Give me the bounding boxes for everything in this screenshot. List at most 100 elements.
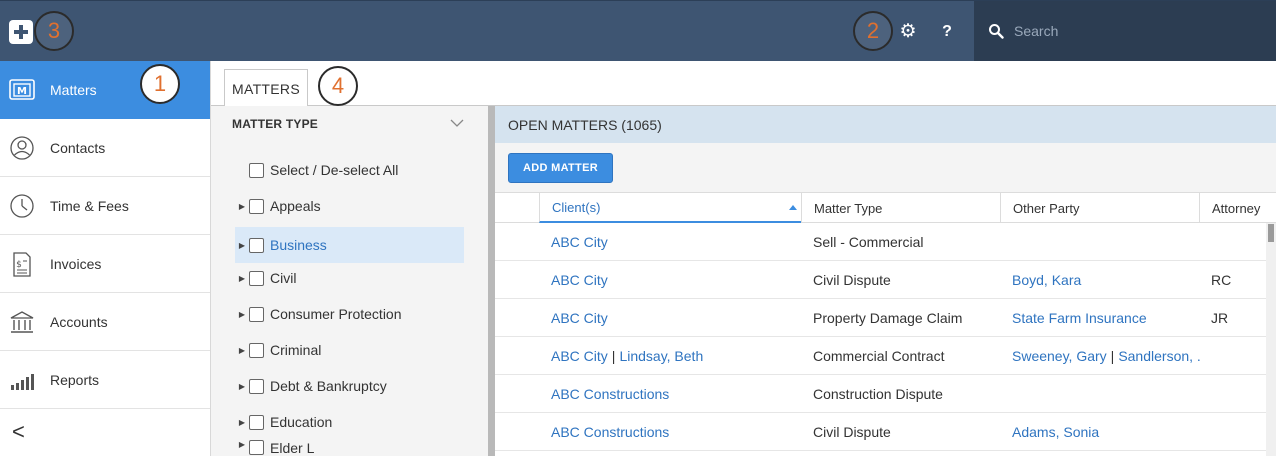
checkbox[interactable]: [249, 162, 264, 178]
client-link[interactable]: ABC City: [551, 234, 608, 250]
add-matter-button[interactable]: ADD MATTER: [508, 153, 613, 183]
checkbox[interactable]: [249, 342, 264, 358]
table-row[interactable]: ABC Constructions Civil Dispute Adams, S…: [495, 413, 1266, 451]
checkbox[interactable]: [249, 306, 264, 322]
matters-icon: M: [9, 79, 35, 100]
callout-2: 2: [853, 11, 893, 51]
expand-arrow-icon[interactable]: ▶: [235, 346, 249, 355]
gear-icon: ⚙: [899, 21, 917, 42]
top-bar: 3 2 ⚙ ?: [0, 0, 1276, 61]
matter-type-cell: Civil Dispute: [813, 272, 891, 288]
matter-type-cell: Civil Dispute: [813, 424, 891, 440]
search-box[interactable]: [974, 1, 1276, 61]
bar-chart-icon: [11, 374, 34, 390]
filter-item[interactable]: ▶ Civil: [235, 260, 464, 296]
help-button[interactable]: ?: [938, 21, 956, 43]
sidebar-item-invoices[interactable]: $ Invoices: [0, 235, 210, 293]
column-header-matter-type[interactable]: Matter Type: [801, 193, 1000, 223]
other-party-link[interactable]: Boyd, Kara: [1012, 272, 1081, 288]
sidebar-item-matters[interactable]: M Matters 1: [0, 61, 210, 119]
table-row[interactable]: ABC City | Lindsay, Beth Commercial Cont…: [495, 337, 1266, 375]
checkbox[interactable]: [249, 237, 264, 253]
sidebar-item-contacts[interactable]: Contacts: [0, 119, 210, 177]
matter-type-cell: Construction Dispute: [813, 386, 943, 402]
sidebar-item-label: Reports: [50, 371, 100, 388]
other-party-link[interactable]: Adams, Sonia: [1012, 424, 1099, 440]
expand-arrow-icon[interactable]: ▶: [235, 382, 249, 391]
open-matters-panel: OPEN MATTERS (1065) ADD MATTER Client(s)…: [495, 106, 1276, 456]
filter-item[interactable]: ▶ Criminal: [235, 332, 464, 368]
callout-4: 4: [318, 66, 358, 106]
filter-select-all[interactable]: Select / De-select All: [235, 152, 464, 188]
clock-icon: [10, 194, 34, 218]
expand-arrow-icon[interactable]: ▶: [235, 440, 249, 449]
filter-item[interactable]: ▶ Debt & Bankruptcy: [235, 368, 464, 404]
sidebar-item-label: Invoices: [50, 255, 102, 272]
client-link[interactable]: ABC Constructions: [551, 424, 669, 440]
table-row[interactable]: ABC City Sell - Commercial: [495, 223, 1266, 261]
column-header-select: [495, 193, 539, 223]
other-party-link[interactable]: Sandlerson, ...: [1118, 348, 1202, 364]
filter-item[interactable]: ▶ Business: [235, 227, 464, 263]
tab-bar: MATTERS 4: [211, 61, 1276, 107]
callout-3: 3: [34, 11, 74, 51]
column-header-clients[interactable]: Client(s): [539, 193, 801, 223]
other-party-link[interactable]: State Farm Insurance: [1012, 310, 1147, 326]
checkbox[interactable]: [249, 270, 264, 286]
matter-type-cell: Commercial Contract: [813, 348, 945, 364]
chevron-down-icon[interactable]: [449, 116, 465, 130]
attorney-cell: JR: [1211, 310, 1229, 326]
checkbox[interactable]: [249, 378, 264, 394]
matter-type-filter: MATTER TYPE Select / De-select All ▶ App…: [211, 106, 488, 456]
sidebar-item-label: Accounts: [50, 313, 108, 330]
add-new-icon[interactable]: [9, 20, 33, 44]
table-row[interactable]: ABC City Civil Dispute Boyd, Kara RC: [495, 261, 1266, 299]
svg-text:M: M: [17, 86, 27, 97]
attorney-cell: RC: [1211, 272, 1232, 288]
sidebar-item-accounts[interactable]: Accounts: [0, 293, 210, 351]
search-icon: [989, 24, 1004, 39]
table-row[interactable]: ABC City Property Damage Claim State Far…: [495, 299, 1266, 337]
collapse-sidebar-button[interactable]: <: [12, 419, 25, 445]
contacts-icon: [10, 136, 34, 160]
client-link[interactable]: ABC City: [551, 348, 608, 364]
checkbox[interactable]: [249, 440, 264, 455]
sidebar-item-reports[interactable]: Reports: [0, 351, 210, 409]
filter-item[interactable]: ▶ Elder L: [235, 440, 464, 456]
expand-arrow-icon[interactable]: ▶: [235, 274, 249, 283]
table-row[interactable]: ABC Constructions Construction Dispute: [495, 375, 1266, 413]
bank-icon: [10, 311, 34, 333]
callout-1: 1: [140, 64, 180, 104]
tab-matters[interactable]: MATTERS: [224, 69, 308, 107]
sidebar: M Matters 1 Contacts Time & Fees $ Invoi…: [0, 61, 211, 456]
expand-arrow-icon[interactable]: ▶: [235, 418, 249, 427]
filter-item[interactable]: ▶ Appeals: [235, 188, 464, 224]
column-header-other-party[interactable]: Other Party: [1000, 193, 1199, 223]
column-header-attorney[interactable]: Attorney: [1199, 193, 1276, 223]
panel-title: OPEN MATTERS (1065): [495, 106, 1276, 143]
client-link[interactable]: ABC City: [551, 310, 608, 326]
sidebar-item-time-fees[interactable]: Time & Fees: [0, 177, 210, 235]
expand-arrow-icon[interactable]: ▶: [235, 241, 249, 250]
other-party-link[interactable]: Sweeney, Gary: [1012, 348, 1107, 364]
client-link[interactable]: ABC City: [551, 272, 608, 288]
client-link[interactable]: ABC Constructions: [551, 386, 669, 402]
vertical-scrollbar[interactable]: [1266, 223, 1276, 456]
panel-splitter[interactable]: [488, 106, 495, 456]
checkbox[interactable]: [249, 414, 264, 430]
expand-arrow-icon[interactable]: ▶: [235, 202, 249, 211]
matter-type-cell: Sell - Commercial: [813, 234, 924, 250]
separator: |: [611, 348, 616, 364]
filter-item[interactable]: ▶ Education: [235, 404, 464, 440]
checkbox[interactable]: [249, 198, 264, 214]
filter-title: MATTER TYPE: [232, 117, 318, 131]
matter-type-cell: Property Damage Claim: [813, 310, 963, 326]
scrollbar-thumb[interactable]: [1268, 224, 1274, 242]
grid-toolbar: ADD MATTER: [495, 143, 1276, 193]
search-input[interactable]: [1014, 19, 1254, 43]
expand-arrow-icon[interactable]: ▶: [235, 310, 249, 319]
settings-button[interactable]: ⚙: [898, 22, 918, 42]
sidebar-item-label: Time & Fees: [50, 197, 129, 214]
filter-item[interactable]: ▶ Consumer Protection: [235, 296, 464, 332]
client-link[interactable]: Lindsay, Beth: [619, 348, 703, 364]
